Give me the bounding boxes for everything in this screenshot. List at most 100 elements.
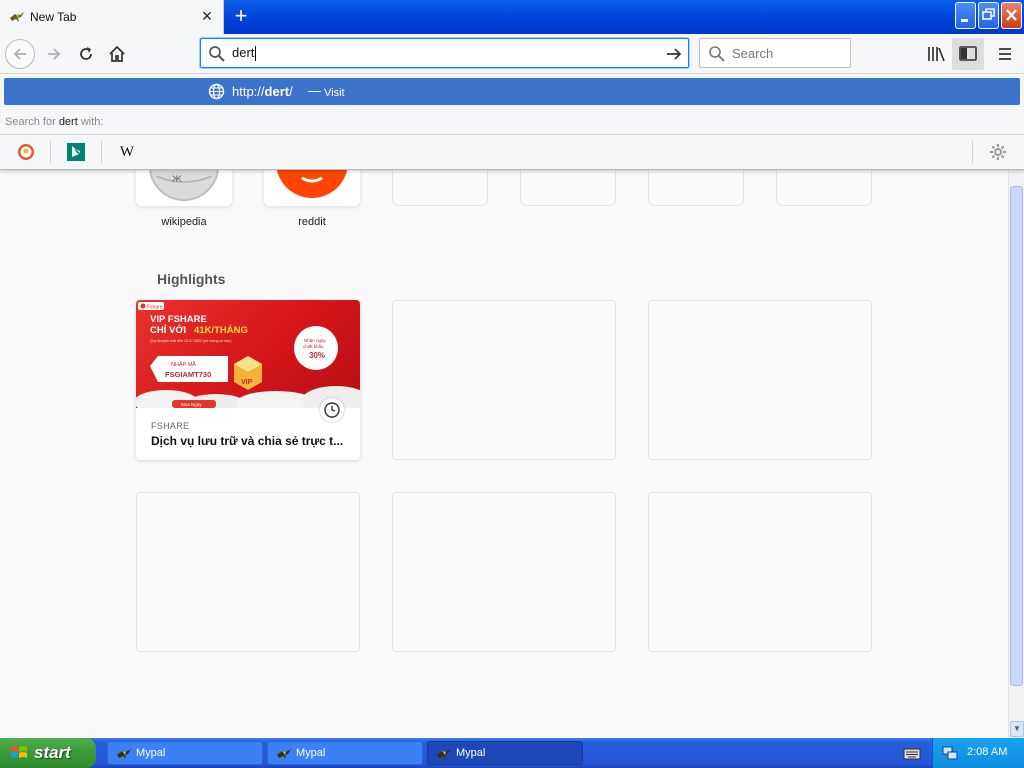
clock[interactable]: 2:08 AM bbox=[967, 746, 1007, 758]
taskbar-item-mypal-active[interactable]: Mypal bbox=[427, 741, 583, 765]
top-site-label-reddit[interactable]: reddit bbox=[264, 216, 360, 228]
taskbar: start Mypal Mypal Mypal 2:08 AM bbox=[0, 738, 1024, 768]
card-source: FSHARE bbox=[151, 421, 190, 431]
bing-icon[interactable] bbox=[67, 143, 85, 161]
home-button[interactable] bbox=[101, 38, 133, 70]
scroll-down-button[interactable]: ▼ bbox=[1010, 721, 1024, 737]
top-site-empty bbox=[520, 170, 616, 206]
url-bar[interactable]: dert bbox=[200, 38, 689, 68]
svg-text:Ж: Ж bbox=[172, 175, 182, 185]
keyboard-icon[interactable] bbox=[903, 746, 921, 760]
highlight-card-empty bbox=[648, 492, 872, 652]
taskbar-item-label: Mypal bbox=[456, 747, 486, 759]
taskbar-item-mypal[interactable]: Mypal bbox=[107, 741, 263, 765]
search-bar[interactable]: Search bbox=[699, 38, 851, 68]
top-site-empty bbox=[776, 170, 872, 206]
mypal-bird-icon bbox=[277, 749, 291, 759]
minimize-window-button[interactable] bbox=[955, 2, 976, 29]
wikipedia-icon[interactable]: W bbox=[118, 143, 136, 161]
vip-box-label: VIP bbox=[241, 379, 253, 386]
tab-strip: New Tab × + bbox=[0, 0, 1024, 34]
url-bar-dropdown: http://dert/ — Visit Search for dert wit… bbox=[0, 74, 1024, 170]
arrow-left-icon bbox=[13, 48, 26, 60]
top-site-reddit[interactable] bbox=[264, 170, 360, 206]
wikipedia-globe-icon: Ж bbox=[149, 170, 219, 201]
scrollbar-thumb[interactable] bbox=[1010, 186, 1023, 686]
forward-button[interactable] bbox=[38, 38, 70, 70]
mypal-bird-icon bbox=[117, 749, 131, 759]
taskbar-item-label: Mypal bbox=[136, 747, 166, 759]
search-with-label: Search for dert with: bbox=[5, 116, 104, 128]
badge-line-1: Nhận ngay bbox=[304, 338, 327, 343]
new-tab-page: Ж wikipedia reddit Highlights Fshare VIP… bbox=[0, 170, 1008, 738]
start-button[interactable]: start bbox=[0, 738, 96, 768]
close-tab-icon[interactable]: × bbox=[199, 7, 215, 25]
card-title: Dịch vụ lưu trữ và chia sẻ trực t... bbox=[151, 434, 344, 448]
gear-icon[interactable] bbox=[988, 142, 1008, 162]
highlights-heading: Highlights bbox=[157, 271, 226, 287]
result-separator: — bbox=[308, 83, 321, 98]
mypal-bird-icon bbox=[437, 749, 451, 759]
highlight-card-empty bbox=[136, 492, 360, 652]
promo-headline-2: CHỈ VỚI bbox=[150, 324, 186, 336]
promo-price: 41K/THÁNG bbox=[194, 325, 248, 336]
hamburger-menu-icon bbox=[999, 48, 1011, 60]
url-input[interactable]: dert bbox=[232, 39, 257, 67]
restore-icon bbox=[982, 8, 995, 20]
top-site-empty bbox=[648, 170, 744, 206]
home-icon bbox=[109, 45, 125, 62]
library-icon bbox=[928, 47, 945, 62]
top-site-empty bbox=[392, 170, 488, 206]
taskbar-item-label: Mypal bbox=[296, 747, 326, 759]
mypal-bird-icon bbox=[10, 12, 24, 22]
back-button[interactable] bbox=[4, 38, 36, 70]
restore-window-button[interactable] bbox=[978, 2, 999, 29]
start-label: start bbox=[34, 743, 71, 762]
highlight-card-fshare[interactable]: Fshare VIP FSHARE CHỈ VỚI 41K/THÁNG Quy … bbox=[136, 300, 360, 460]
clock-icon bbox=[320, 398, 344, 422]
url-input-value: dert bbox=[232, 45, 255, 60]
sidebar-toggle-button[interactable] bbox=[952, 38, 984, 70]
go-arrow-icon[interactable] bbox=[665, 45, 683, 63]
top-site-wikipedia[interactable]: Ж bbox=[136, 170, 232, 206]
reddit-icon bbox=[276, 170, 348, 198]
one-off-search-engines: W bbox=[0, 134, 1024, 170]
highlight-card-empty bbox=[392, 300, 616, 460]
arrow-right-icon bbox=[48, 48, 61, 60]
promo-code-label: NHẬP MÃ bbox=[171, 361, 196, 368]
fshare-brand: Fshare bbox=[147, 305, 163, 311]
close-icon bbox=[1006, 9, 1017, 21]
search-icon bbox=[709, 46, 725, 62]
result-action: Visit bbox=[324, 87, 345, 99]
promo-code: FSGIAMT730 bbox=[165, 370, 211, 379]
fshare-promo-image: Fshare VIP FSHARE CHỈ VỚI 41K/THÁNG Quy … bbox=[136, 300, 360, 408]
search-placeholder: Search bbox=[732, 46, 774, 61]
promo-fineprint: Quy khuyến mãi đến 15.07.2022 (số lượng … bbox=[150, 339, 231, 343]
result-url: http://dert/ bbox=[232, 84, 293, 99]
visit-url-result[interactable]: http://dert/ — Visit bbox=[4, 78, 1020, 105]
main-menu-button[interactable] bbox=[990, 38, 1022, 70]
promo-cta: Mua Ngay bbox=[181, 402, 202, 407]
new-tab-button[interactable]: + bbox=[229, 4, 253, 28]
minimize-icon bbox=[961, 19, 968, 22]
fshare-banner-graphic: Fshare VIP FSHARE CHỈ VỚI 41K/THÁNG Quy … bbox=[136, 302, 360, 408]
top-site-label-wikipedia[interactable]: wikipedia bbox=[136, 216, 232, 228]
duckduckgo-icon[interactable] bbox=[17, 143, 35, 161]
reload-button[interactable] bbox=[70, 38, 102, 70]
vertical-scrollbar[interactable]: ▼ bbox=[1008, 170, 1024, 738]
network-icon[interactable] bbox=[942, 745, 958, 761]
navigation-toolbar: dert Search bbox=[0, 34, 1024, 74]
sidebar-icon bbox=[959, 46, 977, 61]
tab-title: New Tab bbox=[30, 10, 77, 24]
promo-headline-1: VIP FSHARE bbox=[150, 314, 207, 325]
tab-new-tab[interactable]: New Tab × bbox=[0, 0, 224, 34]
badge-line-2: chiết khấu bbox=[303, 344, 324, 349]
search-icon bbox=[209, 46, 225, 62]
highlight-card-empty bbox=[392, 492, 616, 652]
highlight-card-empty bbox=[648, 300, 872, 460]
reload-icon bbox=[80, 47, 92, 60]
taskbar-item-mypal[interactable]: Mypal bbox=[267, 741, 423, 765]
globe-icon bbox=[208, 83, 225, 100]
library-button[interactable] bbox=[920, 38, 952, 70]
close-window-button[interactable] bbox=[1001, 2, 1022, 29]
